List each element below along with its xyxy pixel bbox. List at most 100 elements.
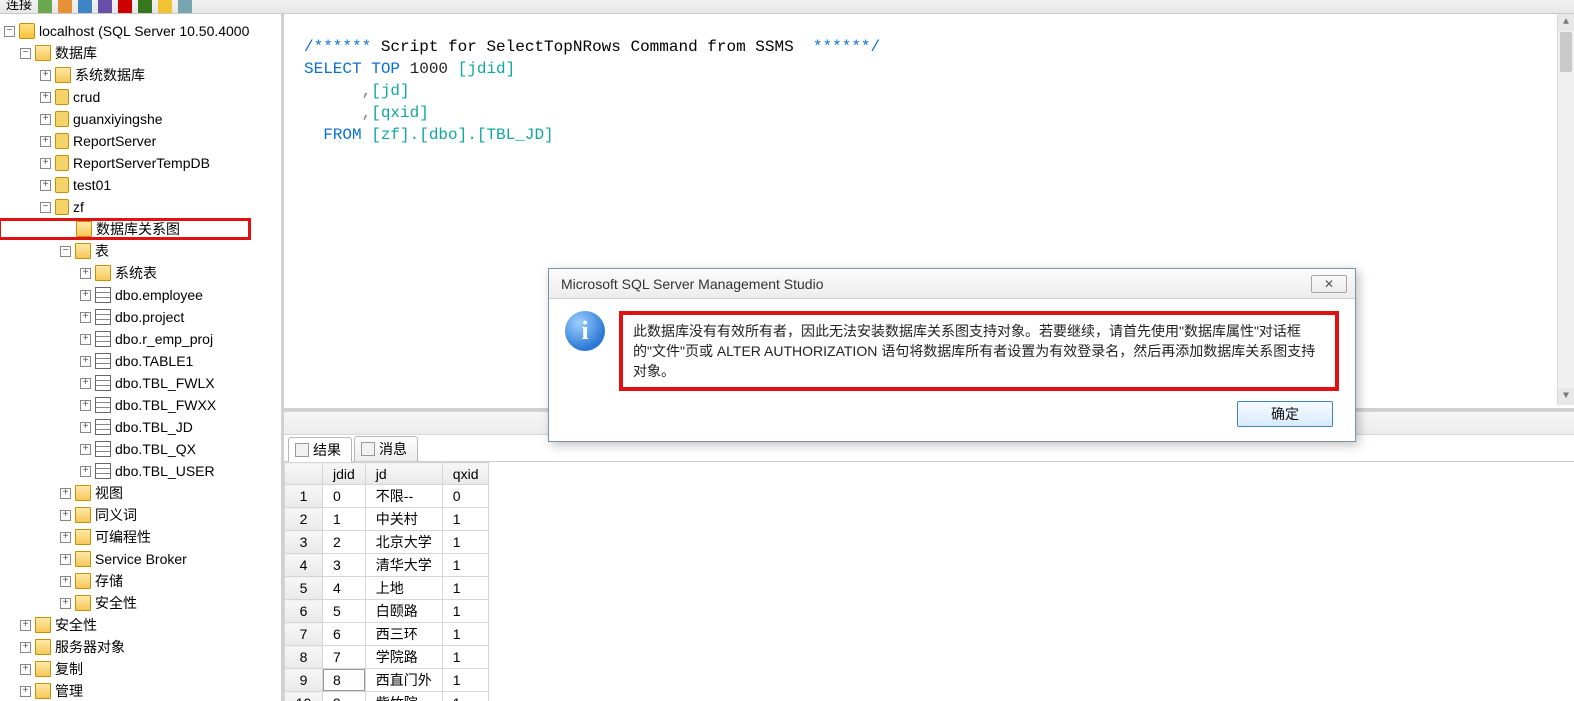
grid-cell[interactable]: 7 <box>323 646 366 669</box>
table-row[interactable]: 76西三环1 <box>285 623 489 646</box>
column-header[interactable]: qxid <box>442 463 489 485</box>
grid-cell[interactable]: 1 <box>442 600 489 623</box>
table-row[interactable]: 109紫竹院1 <box>285 692 489 701</box>
grid-cell[interactable]: 8 <box>323 669 366 692</box>
table-row[interactable]: 10不限--0 <box>285 485 489 508</box>
grid-cell[interactable]: 中关村 <box>365 508 442 531</box>
grid-cell[interactable]: 2 <box>323 531 366 554</box>
db-node[interactable]: +ReportServerTempDB <box>0 152 281 174</box>
toolbar-icon[interactable] <box>138 0 152 13</box>
column-header[interactable]: jd <box>365 463 442 485</box>
toolbar-icon[interactable] <box>118 0 132 13</box>
grid-cell[interactable]: 1 <box>442 669 489 692</box>
editor-scrollbar[interactable]: ▲ ▼ <box>1557 14 1574 405</box>
grid-cell[interactable]: 5 <box>323 600 366 623</box>
synonyms-folder[interactable]: +同义词 <box>0 504 281 526</box>
scroll-thumb[interactable] <box>1560 32 1572 72</box>
service-broker-folder[interactable]: +Service Broker <box>0 548 281 570</box>
grid-cell[interactable]: 1 <box>442 508 489 531</box>
table-row[interactable]: 32北京大学1 <box>285 531 489 554</box>
grid-cell[interactable]: 1 <box>442 531 489 554</box>
rownum-cell[interactable]: 1 <box>285 485 323 508</box>
table-node[interactable]: +dbo.TBL_FWXX <box>0 394 281 416</box>
dialog-close-button[interactable]: ✕ <box>1311 275 1347 293</box>
grid-cell[interactable]: 4 <box>323 577 366 600</box>
grid-cell[interactable]: 白颐路 <box>365 600 442 623</box>
grid-cell[interactable]: 9 <box>323 692 366 701</box>
server-objects-folder[interactable]: + 服务器对象 <box>0 636 281 658</box>
grid-cell[interactable]: 上地 <box>365 577 442 600</box>
results-grid[interactable]: jdidjdqxid 10不限--021中关村132北京大学143清华大学154… <box>284 462 489 701</box>
db-node[interactable]: +ReportServer <box>0 130 281 152</box>
grid-cell[interactable]: 学院路 <box>365 646 442 669</box>
table-row[interactable]: 54上地1 <box>285 577 489 600</box>
grid-cell[interactable]: 6 <box>323 623 366 646</box>
table-node[interactable]: +dbo.TBL_USER <box>0 460 281 482</box>
rownum-cell[interactable]: 2 <box>285 508 323 531</box>
database-diagrams-node[interactable]: + 数据库关系图 <box>0 218 251 240</box>
rownum-cell[interactable]: 9 <box>285 669 323 692</box>
grid-cell[interactable]: 西三环 <box>365 623 442 646</box>
grid-cell[interactable]: 清华大学 <box>365 554 442 577</box>
grid-cell[interactable]: 1 <box>442 554 489 577</box>
rownum-cell[interactable]: 10 <box>285 692 323 701</box>
dialog-titlebar[interactable]: Microsoft SQL Server Management Studio ✕ <box>549 269 1355 299</box>
grid-cell[interactable]: 北京大学 <box>365 531 442 554</box>
grid-cell[interactable]: 3 <box>323 554 366 577</box>
grid-cell[interactable]: 0 <box>442 485 489 508</box>
grid-cell[interactable]: 1 <box>323 508 366 531</box>
scroll-up-icon[interactable]: ▲ <box>1558 14 1574 31</box>
security-folder[interactable]: +安全性 <box>0 592 281 614</box>
toolbar-icon[interactable] <box>158 0 172 13</box>
table-row[interactable]: 21中关村1 <box>285 508 489 531</box>
column-header[interactable]: jdid <box>323 463 366 485</box>
table-row[interactable]: 65白颐路1 <box>285 600 489 623</box>
table-node[interactable]: +dbo.r_emp_proj <box>0 328 281 350</box>
toolbar-icon[interactable] <box>78 0 92 13</box>
tables-folder[interactable]: − 表 <box>0 240 281 262</box>
rownum-cell[interactable]: 8 <box>285 646 323 669</box>
rownum-cell[interactable]: 4 <box>285 554 323 577</box>
storage-folder[interactable]: +存储 <box>0 570 281 592</box>
toolbar-icon[interactable] <box>58 0 72 13</box>
grid-cell[interactable]: 0 <box>323 485 366 508</box>
db-zf-node[interactable]: − zf <box>0 196 281 218</box>
views-folder[interactable]: +视图 <box>0 482 281 504</box>
db-node[interactable]: +test01 <box>0 174 281 196</box>
table-node[interactable]: +dbo.TABLE1 <box>0 350 281 372</box>
table-node[interactable]: +dbo.TBL_JD <box>0 416 281 438</box>
table-row[interactable]: 43清华大学1 <box>285 554 489 577</box>
db-node[interactable]: +crud <box>0 86 281 108</box>
grid-cell[interactable]: 1 <box>442 623 489 646</box>
tab-results[interactable]: 结果 <box>288 437 352 462</box>
scroll-down-icon[interactable]: ▼ <box>1558 388 1574 405</box>
table-node[interactable]: +dbo.employee <box>0 284 281 306</box>
grid-cell[interactable]: 西直门外 <box>365 669 442 692</box>
system-databases-folder[interactable]: + 系统数据库 <box>0 64 281 86</box>
rownum-cell[interactable]: 5 <box>285 577 323 600</box>
replication-folder[interactable]: + 复制 <box>0 658 281 680</box>
security-folder[interactable]: + 安全性 <box>0 614 281 636</box>
grid-cell[interactable]: 1 <box>442 646 489 669</box>
dialog-ok-button[interactable]: 确定 <box>1237 401 1333 427</box>
table-node[interactable]: +dbo.TBL_QX <box>0 438 281 460</box>
table-row[interactable]: 87学院路1 <box>285 646 489 669</box>
results-grid-wrapper[interactable]: jdidjdqxid 10不限--021中关村132北京大学143清华大学154… <box>284 461 1574 701</box>
object-explorer-tree[interactable]: − localhost (SQL Server 10.50.4000 − 数据库… <box>0 14 284 701</box>
grid-cell[interactable]: 1 <box>442 577 489 600</box>
toolbar-icon[interactable] <box>178 0 192 13</box>
table-node[interactable]: +dbo.TBL_FWLX <box>0 372 281 394</box>
management-folder[interactable]: + 管理 <box>0 680 281 701</box>
toolbar-icon[interactable] <box>38 0 52 13</box>
databases-folder[interactable]: − 数据库 <box>0 42 281 64</box>
grid-cell[interactable]: 1 <box>442 692 489 701</box>
tab-messages[interactable]: 消息 <box>354 436 418 461</box>
table-node[interactable]: +dbo.project <box>0 306 281 328</box>
rownum-cell[interactable]: 7 <box>285 623 323 646</box>
server-node[interactable]: − localhost (SQL Server 10.50.4000 <box>0 20 281 42</box>
toolbar-icon[interactable] <box>98 0 112 13</box>
grid-cell[interactable]: 紫竹院 <box>365 692 442 701</box>
grid-cell[interactable]: 不限-- <box>365 485 442 508</box>
system-tables-folder[interactable]: + 系统表 <box>0 262 281 284</box>
table-row[interactable]: 98西直门外1 <box>285 669 489 692</box>
